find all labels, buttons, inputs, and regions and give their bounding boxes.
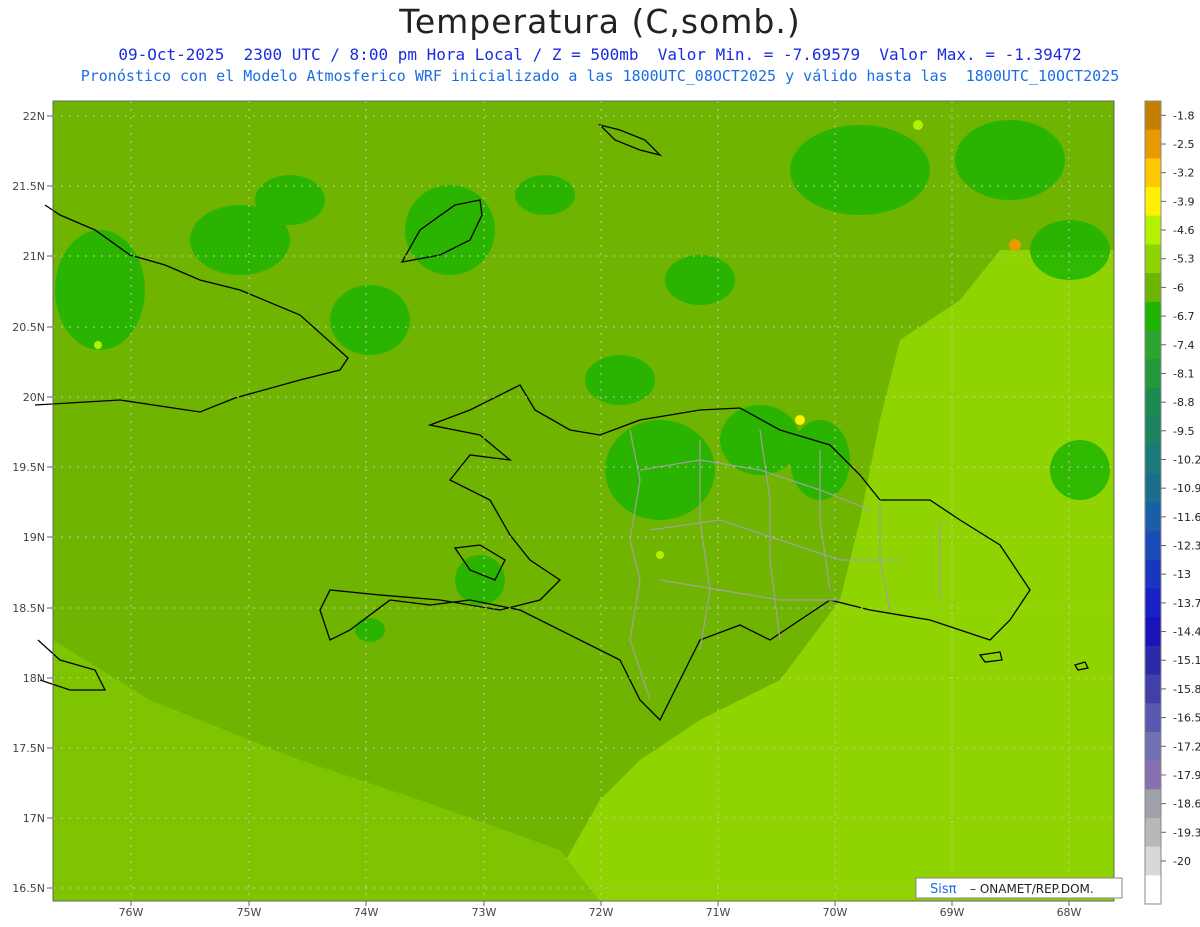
colorbar-label: -9.5 <box>1173 425 1194 438</box>
colorbar-label: -11.6 <box>1173 511 1200 524</box>
colorbar-swatch <box>1145 531 1161 561</box>
colorbar-swatch <box>1145 817 1161 848</box>
lat-label: 20.5N <box>12 321 45 334</box>
colorbar-swatch <box>1145 158 1161 188</box>
colorbar-label: -12.3 <box>1173 540 1200 553</box>
lat-axis: 22N 21.5N 21N 20.5N 20N 19.5N 19N 18.5N … <box>12 110 45 895</box>
lon-label: 69W <box>940 906 965 919</box>
colorbar-label: -10.2 <box>1173 453 1200 466</box>
colorbar-swatch <box>1145 617 1161 647</box>
colorbar-swatch <box>1145 645 1161 676</box>
credit-brand: Sisπ <box>930 882 957 897</box>
colorbar-swatch <box>1145 273 1161 303</box>
colorbar-swatch <box>1145 674 1161 704</box>
lon-label: 71W <box>706 906 731 919</box>
lon-label: 75W <box>237 906 262 919</box>
colorbar-swatch <box>1145 559 1161 590</box>
colorbar-label: -8.8 <box>1173 396 1194 409</box>
lon-label: 76W <box>119 906 144 919</box>
colorbar-swatch <box>1145 588 1161 618</box>
lat-label: 16.5N <box>12 882 45 895</box>
colorbar-label: -1.8 <box>1173 109 1194 122</box>
colorbar: -1.8 -2.5 -3.2 -3.9 -4.6 -5.3 -6 -6.7 -7.4 -8.1 -8… <box>1144 100 1200 905</box>
colorbar-swatch <box>1145 101 1161 131</box>
colorbar-swatch <box>1145 359 1161 389</box>
lat-label: 19N <box>23 531 45 544</box>
colorbar-label: -6 <box>1173 281 1184 294</box>
colorbar-label: -15.8 <box>1173 683 1200 696</box>
colorbar-label: -16.5 <box>1173 712 1200 725</box>
lat-label: 19.5N <box>12 461 45 474</box>
colorbar-label: -14.4 <box>1173 626 1200 639</box>
colorbar-label: -13 <box>1173 568 1191 581</box>
lat-label: 22N <box>23 110 45 123</box>
colorbar-swatch <box>1145 445 1161 475</box>
colorbar-swatch <box>1145 760 1161 790</box>
colorbar-label: -10.9 <box>1173 482 1200 495</box>
colorbar-label: -5.3 <box>1173 253 1194 266</box>
colorbar-label: -15.1 <box>1173 654 1200 667</box>
lon-axis: 76W 75W 74W 73W 72W 71W 70W 69W 68W <box>119 906 1082 919</box>
lat-ticks <box>47 115 53 889</box>
lon-label: 74W <box>354 906 379 919</box>
colorbar-swatch <box>1145 387 1161 417</box>
colorbar-swatch <box>1145 129 1161 159</box>
credit-box: Sisπ – ONAMET/REP.DOM. <box>915 877 1123 899</box>
colorbar-swatch <box>1145 502 1161 532</box>
colorbar-label: -4.6 <box>1173 224 1194 237</box>
lat-label: 18.5N <box>12 602 45 615</box>
colorbar-swatch <box>1145 330 1161 360</box>
lon-label: 68W <box>1057 906 1082 919</box>
colorbar-label: -3.2 <box>1173 167 1194 180</box>
colorbar-swatch <box>1145 731 1161 762</box>
colorbar-label: -6.7 <box>1173 310 1194 323</box>
colorbar-label: -13.7 <box>1173 597 1200 610</box>
colorbar-label: -17.9 <box>1173 769 1200 782</box>
lat-label: 18N <box>23 672 45 685</box>
lat-label: 20N <box>23 391 45 404</box>
lon-label: 72W <box>589 906 614 919</box>
colorbar-swatch <box>1145 473 1161 503</box>
colorbar-swatch <box>1145 875 1161 905</box>
colorbar-swatch <box>1145 215 1161 245</box>
colorbar-label: -7.4 <box>1173 339 1194 352</box>
colorbar-label: -19.3 <box>1173 826 1200 839</box>
colorbar-label: -18.6 <box>1173 798 1200 811</box>
lat-label: 17N <box>23 812 45 825</box>
lon-label: 70W <box>823 906 848 919</box>
colorbar-swatch <box>1145 789 1161 819</box>
colorbar-swatch <box>1145 244 1161 274</box>
colorbar-label: -2.5 <box>1173 138 1194 151</box>
lat-label: 21.5N <box>12 180 45 193</box>
colorbar-label: -20 <box>1173 855 1191 868</box>
credit-text: – ONAMET/REP.DOM. <box>970 882 1094 896</box>
colorbar-swatch <box>1145 301 1161 331</box>
colorbar-label: -8.1 <box>1173 367 1194 380</box>
colorbar-swatch <box>1145 416 1161 446</box>
lon-label: 73W <box>472 906 497 919</box>
map-panel: 22N 21.5N 21N 20.5N 20N 19.5N 19N 18.5N … <box>12 100 1200 919</box>
colorbar-swatch <box>1145 703 1161 733</box>
lat-label: 21N <box>23 250 45 263</box>
colorbar-label: -17.2 <box>1173 740 1200 753</box>
colorbar-swatch <box>1145 846 1161 876</box>
colorbar-label: -3.9 <box>1173 195 1194 208</box>
lat-label: 17.5N <box>12 742 45 755</box>
colorbar-swatch <box>1145 187 1161 217</box>
